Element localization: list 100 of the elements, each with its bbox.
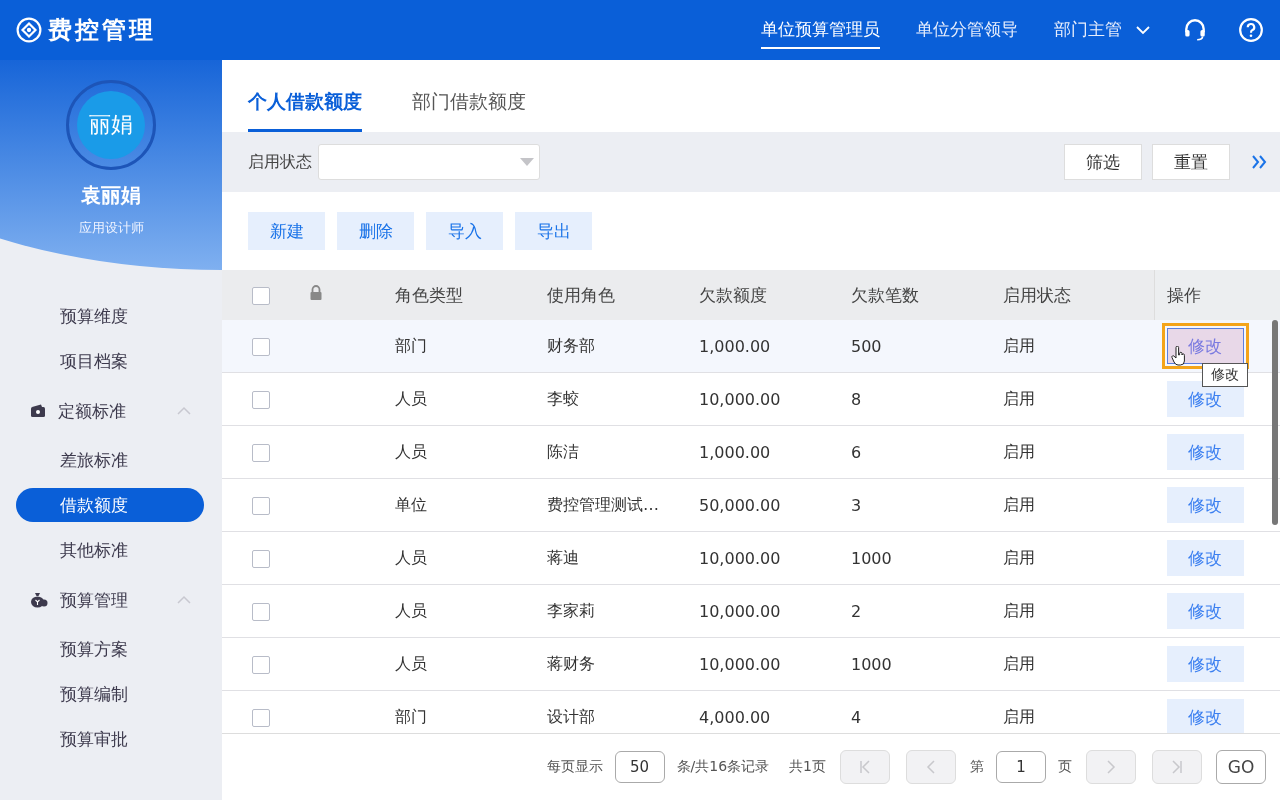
- table-cell: 人员: [395, 653, 427, 673]
- go-button[interactable]: GO: [1216, 750, 1266, 784]
- per-page-field[interactable]: 50: [614, 751, 665, 783]
- menu-item[interactable]: 借款额度: [16, 488, 204, 522]
- tooltip: 修改: [1201, 363, 1248, 387]
- headset-icon[interactable]: [1182, 17, 1208, 43]
- chevron-up-icon[interactable]: [176, 595, 192, 605]
- table-cell: 人员: [395, 547, 427, 567]
- role-tab[interactable]: 部门主管: [1054, 11, 1122, 49]
- edit-button[interactable]: 修改: [1166, 381, 1244, 417]
- row-checkbox[interactable]: [252, 708, 270, 727]
- help-icon[interactable]: [1238, 17, 1264, 43]
- tab[interactable]: 部门借款额度: [412, 89, 526, 132]
- table-cell: 启用: [1003, 600, 1035, 620]
- money-bag-icon: [30, 592, 48, 608]
- table-cell: 4,000.00: [699, 707, 771, 727]
- previous-page-button[interactable]: [906, 750, 956, 784]
- role-tab[interactable]: 单位分管领导: [916, 11, 1018, 49]
- table-cell: 6: [851, 442, 862, 462]
- table-cell: 启用: [1003, 547, 1035, 567]
- edit-button[interactable]: 修改: [1166, 646, 1244, 682]
- role-tab[interactable]: 单位预算管理员: [761, 11, 880, 49]
- menu-item[interactable]: 差旅标准: [16, 443, 204, 477]
- filter-button[interactable]: 重置: [1152, 144, 1230, 180]
- table-cell: 8: [851, 389, 862, 409]
- table-cell: 10,000.00: [699, 654, 781, 674]
- column-header: 操作: [1167, 284, 1201, 305]
- table-cell: 陈洁: [547, 441, 579, 461]
- column-header: 启用状态: [1003, 284, 1071, 305]
- chevron-up-icon[interactable]: [176, 406, 192, 416]
- page-suffix: 页: [1058, 758, 1072, 776]
- column-header: 角色类型: [395, 284, 463, 305]
- row-checkbox[interactable]: [252, 337, 270, 356]
- menu-group-label[interactable]: 定额标准: [58, 399, 126, 423]
- column-header: 欠款笔数: [851, 284, 919, 305]
- edit-button[interactable]: 修改: [1166, 699, 1244, 733]
- table-cell: 500: [851, 336, 882, 356]
- row-checkbox[interactable]: [252, 443, 270, 462]
- table-cell: 启用: [1003, 653, 1035, 673]
- first-page-button[interactable]: [840, 750, 890, 784]
- dropdown-arrow-icon: [519, 157, 535, 167]
- edit-button[interactable]: 修改: [1166, 434, 1244, 470]
- table-cell: 2: [851, 601, 862, 621]
- toolbar-button[interactable]: 新建: [248, 212, 325, 250]
- menu-group-label[interactable]: 预算管理: [60, 588, 128, 612]
- menu-item[interactable]: 项目档案: [16, 344, 204, 378]
- user-name: 袁丽娟: [81, 182, 141, 209]
- table-cell: 1,000.00: [699, 442, 771, 462]
- table-cell: 部门: [395, 706, 427, 726]
- row-checkbox[interactable]: [252, 390, 270, 409]
- edit-button[interactable]: 修改: [1166, 540, 1244, 576]
- row-checkbox[interactable]: [252, 496, 270, 515]
- row-checkbox[interactable]: [252, 549, 270, 568]
- toolbar-button[interactable]: 导入: [426, 212, 503, 250]
- table-cell: 10,000.00: [699, 548, 781, 568]
- user-avatar: 丽娟: [77, 91, 145, 159]
- row-checkbox[interactable]: [252, 655, 270, 674]
- scrollbar[interactable]: [1272, 320, 1278, 525]
- toolbar-button[interactable]: 导出: [515, 212, 592, 250]
- next-page-button[interactable]: [1086, 750, 1136, 784]
- edit-button[interactable]: 修改: [1166, 593, 1244, 629]
- page-field[interactable]: 1: [996, 751, 1046, 783]
- table-cell: 李家莉: [547, 600, 595, 620]
- table-cell: 启用: [1003, 441, 1035, 461]
- edit-button[interactable]: 修改: [1166, 487, 1244, 523]
- table-cell: 1,000.00: [699, 336, 771, 356]
- user-role: 应用设计师: [78, 219, 144, 237]
- table-cell: 启用: [1003, 388, 1035, 408]
- table-cell: 50,000.00: [699, 495, 781, 515]
- menu-item[interactable]: 其他标准: [16, 533, 204, 567]
- hand-cursor-icon: [1170, 346, 1187, 366]
- row-checkbox[interactable]: [252, 602, 270, 621]
- last-page-button[interactable]: [1152, 750, 1202, 784]
- column-header: 欠款额度: [699, 284, 767, 305]
- menu-item[interactable]: 预算方案: [16, 632, 204, 666]
- page-prefix: 第: [970, 758, 984, 776]
- lock-icon: [309, 285, 323, 301]
- double-chevron-right-icon[interactable]: [1250, 154, 1268, 170]
- menu-item[interactable]: 预算编制: [16, 677, 204, 711]
- table-cell: 启用: [1003, 335, 1035, 355]
- per-page-label: 每页显示: [546, 758, 603, 776]
- table-cell: 4: [851, 707, 862, 727]
- toolbar-button[interactable]: 删除: [337, 212, 414, 250]
- last-page-icon: [1169, 759, 1185, 775]
- table-cell: 1000: [851, 654, 892, 674]
- filter-button[interactable]: 筛选: [1064, 144, 1142, 180]
- column-header: 使用角色: [547, 284, 615, 305]
- table-cell: 1000: [851, 548, 892, 568]
- status-select[interactable]: [318, 144, 540, 180]
- wallet-icon: [30, 404, 46, 418]
- table-cell: 蒋财务: [547, 653, 595, 673]
- select-all-checkbox[interactable]: [252, 287, 270, 305]
- app-title: 费控管理: [48, 15, 156, 46]
- table-cell: 设计部: [547, 706, 595, 726]
- table-cell: 蒋迪: [547, 547, 579, 567]
- table-cell: 10,000.00: [699, 601, 781, 621]
- table-cell: 单位: [395, 494, 427, 514]
- menu-item[interactable]: 预算审批: [16, 722, 204, 756]
- menu-item[interactable]: 预算维度: [16, 299, 204, 333]
- table-cell: 启用: [1003, 706, 1035, 726]
